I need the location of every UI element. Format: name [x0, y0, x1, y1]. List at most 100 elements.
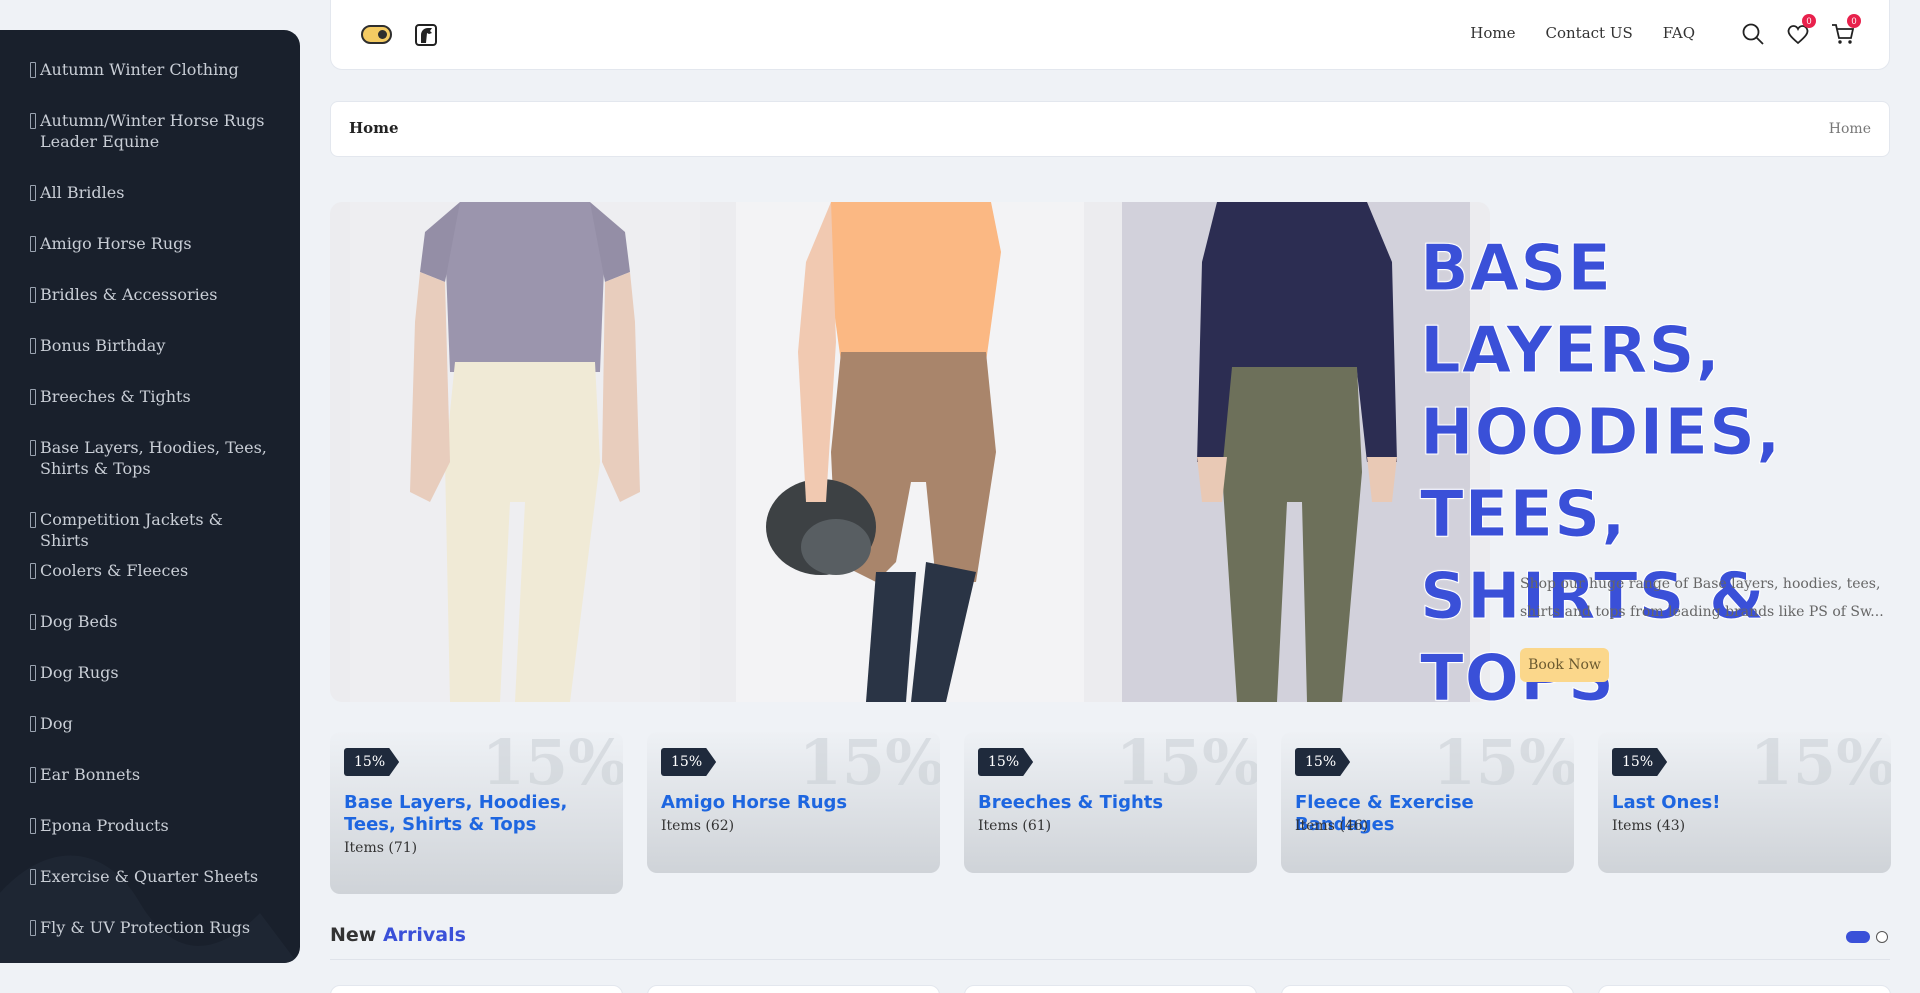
discount-watermark: 15% — [1432, 732, 1574, 799]
search-icon[interactable] — [1741, 22, 1765, 46]
wishlist-button[interactable]: 0 — [1786, 14, 1816, 46]
sidebar-item-label: Autumn Winter Clothing — [40, 60, 239, 79]
sidebar-item-label: Epona Products — [40, 816, 169, 835]
sidebar-item[interactable]: Autumn/Winter Horse Rugs Leader Equine — [30, 110, 300, 182]
category-glyph-icon — [30, 563, 36, 579]
category-glyph-icon — [30, 62, 36, 78]
sidebar-item[interactable]: Coolers & Fleeces — [30, 560, 300, 611]
category-glyph-icon — [30, 767, 36, 783]
sidebar-item[interactable]: Fly & UV Protection Rugs — [30, 917, 300, 963]
category-card[interactable]: 15% 15% Fleece & Exercise Bandages Items (4… — [1281, 732, 1574, 873]
category-glyph-icon — [30, 614, 36, 630]
category-glyph-icon — [30, 440, 36, 456]
category-item-count: Items (46) — [1295, 818, 1369, 834]
sidebar-list: Autumn Winter Clothing Autumn/Winter Hors… — [0, 30, 300, 963]
category-card[interactable]: 15% 15% Breeches & Tights Items (61) — [964, 732, 1257, 873]
discount-watermark: 15% — [1115, 732, 1257, 799]
sidebar-item-label: Amigo Horse Rugs — [40, 234, 192, 253]
sidebar-item-label: Autumn/Winter Horse Rugs Leader Equine — [40, 111, 265, 151]
product-card-peek — [330, 985, 623, 993]
sidebar-item-label: Base Layers, Hoodies, Tees, Shirts & Top… — [40, 438, 267, 478]
sidebar-item[interactable]: Competition Jackets & Shirts — [30, 509, 300, 560]
model-panel-peach — [736, 202, 1084, 702]
category-glyph-icon — [30, 113, 36, 129]
breadcrumb-home-link[interactable]: Home — [1829, 121, 1871, 137]
horse-logo-icon[interactable] — [415, 24, 437, 46]
sidebar-item[interactable]: Ear Bonnets — [30, 764, 300, 815]
sidebar-item-label: Exercise & Quarter Sheets — [40, 867, 259, 886]
sidebar-item-label: Coolers & Fleeces — [40, 561, 189, 580]
category-sidebar: Autumn Winter Clothing Autumn/Winter Hors… — [0, 30, 300, 963]
breadcrumb: Home Home — [330, 101, 1890, 157]
sidebar-item[interactable]: Bridles & Accessories — [30, 284, 300, 335]
product-card-peek — [1598, 985, 1891, 993]
category-title[interactable]: Base Layers, Hoodies, Tees, Shirts & Top… — [344, 792, 609, 836]
nav-contact[interactable]: Contact US — [1546, 24, 1633, 42]
theme-toggle[interactable] — [361, 25, 392, 44]
page-title: Home — [349, 119, 399, 137]
model-panel-navy — [1122, 202, 1470, 702]
product-card-peek — [1281, 985, 1574, 993]
sidebar-item-label: Dog Beds — [40, 612, 118, 631]
sidebar-item[interactable]: Base Layers, Hoodies, Tees, Shirts & Top… — [30, 437, 300, 509]
hero-banner-image — [330, 202, 1490, 702]
wishlist-count-badge: 0 — [1802, 14, 1816, 28]
discount-watermark: 15% — [1749, 732, 1891, 799]
category-glyph-icon — [30, 236, 36, 252]
category-item-count: Items (71) — [344, 840, 418, 856]
category-card[interactable]: 15% 15% Amigo Horse Rugs Items (62) — [647, 732, 940, 873]
discount-watermark: 15% — [798, 732, 940, 799]
sidebar-item[interactable]: All Bridles — [30, 182, 300, 233]
category-item-count: Items (61) — [978, 818, 1052, 834]
nav-home[interactable]: Home — [1470, 24, 1515, 42]
sidebar-item-label: Bonus Birthday — [40, 336, 166, 355]
discount-tag: 15% — [1612, 748, 1668, 776]
category-glyph-icon — [30, 920, 36, 936]
sidebar-item[interactable]: Bonus Birthday — [30, 335, 300, 386]
category-title[interactable]: Last Ones! — [1612, 792, 1877, 814]
top-header: Home Contact US FAQ 0 0 — [330, 0, 1890, 70]
product-card-peek — [964, 985, 1257, 993]
sidebar-item-label: Breeches & Tights — [40, 387, 191, 406]
hero-title: BASE LAYERS, HOODIES, TEES, SHIRTS & TOP… — [1420, 232, 1782, 717]
main-nav: Home Contact US FAQ — [1470, 24, 1695, 42]
toggle-knob — [378, 30, 387, 39]
discount-tag: 15% — [344, 748, 400, 776]
sidebar-item[interactable]: Dog — [30, 713, 300, 764]
discount-tag: 15% — [661, 748, 717, 776]
sidebar-item[interactable]: Dog Beds — [30, 611, 300, 662]
category-glyph-icon — [30, 389, 36, 405]
carousel-dots — [1846, 931, 1888, 943]
new-arrivals-heading: New Arrivals — [330, 924, 466, 946]
sidebar-item[interactable]: Amigo Horse Rugs — [30, 233, 300, 284]
category-title[interactable]: Amigo Horse Rugs — [661, 792, 926, 814]
sidebar-item[interactable]: Dog Rugs — [30, 662, 300, 713]
category-glyph-icon — [30, 512, 36, 528]
cart-count-badge: 0 — [1847, 14, 1861, 28]
carousel-dot-active[interactable] — [1846, 931, 1870, 943]
nav-faq[interactable]: FAQ — [1663, 24, 1695, 42]
category-title[interactable]: Breeches & Tights — [978, 792, 1243, 814]
sidebar-item[interactable]: Breeches & Tights — [30, 386, 300, 437]
product-card-peek — [647, 985, 940, 993]
category-card[interactable]: 15% 15% Last Ones! Items (43) — [1598, 732, 1891, 873]
category-item-count: Items (62) — [661, 818, 735, 834]
hero-description: Shop our huge range of Base layers, hood… — [1520, 576, 1884, 620]
category-glyph-icon — [30, 716, 36, 732]
carousel-dot[interactable] — [1876, 931, 1888, 943]
sidebar-item[interactable]: Autumn Winter Clothing — [30, 59, 300, 110]
heading-word-new: New — [330, 924, 377, 946]
model-panel-lavender — [350, 202, 700, 702]
category-item-count: Items (43) — [1612, 818, 1686, 834]
category-card[interactable]: 15% 15% Base Layers, Hoodies, Tees, Shirts… — [330, 732, 623, 894]
category-glyph-icon — [30, 665, 36, 681]
cart-button[interactable]: 0 — [1831, 14, 1861, 46]
category-glyph-icon — [30, 869, 36, 885]
sidebar-item-label: Dog Rugs — [40, 663, 119, 682]
sidebar-item[interactable]: Exercise & Quarter Sheets — [30, 866, 300, 917]
category-glyph-icon — [30, 287, 36, 303]
book-now-button[interactable]: Book Now — [1520, 648, 1609, 682]
sidebar-item[interactable]: Epona Products — [30, 815, 300, 866]
discount-tag: 15% — [1295, 748, 1351, 776]
section-divider — [330, 959, 1890, 960]
